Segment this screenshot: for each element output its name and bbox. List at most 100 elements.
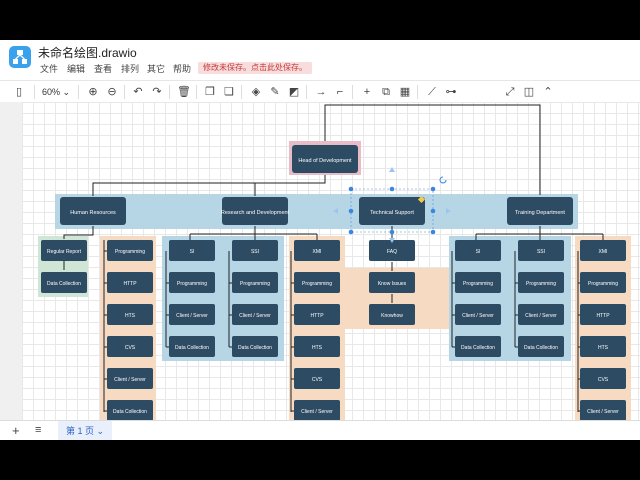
- node-head-of-development[interactable]: Head of Development: [292, 145, 358, 173]
- waypoints-icon[interactable]: ⌐: [333, 85, 347, 99]
- node-hts[interactable]: HTS: [294, 336, 340, 357]
- node-ssi[interactable]: SSI: [232, 240, 278, 261]
- diagram-canvas[interactable]: Head of Development Human Resources Rese…: [0, 102, 640, 420]
- org-chart-diagram[interactable]: Head of Development Human Resources Rese…: [22, 102, 640, 420]
- chevron-down-icon: ⌄: [96, 426, 105, 436]
- node-data-collection[interactable]: Data Collection: [41, 272, 87, 293]
- pages-menu-icon[interactable]: ≡: [35, 424, 41, 436]
- node-xmi[interactable]: XMI: [580, 240, 626, 261]
- to-front-icon[interactable]: ❐: [203, 85, 217, 99]
- table-icon[interactable]: ▦: [398, 85, 412, 99]
- drawio-logo-icon: [9, 46, 31, 68]
- node-label: Technical Support: [370, 210, 414, 216]
- page-tab[interactable]: 第 1 页 ⌄: [58, 421, 113, 440]
- shadow-icon[interactable]: ◩: [287, 85, 301, 99]
- node-xmi[interactable]: XMI: [294, 240, 340, 261]
- unsaved-notice[interactable]: 修改未保存。点击此处保存。: [198, 62, 312, 74]
- line-color-icon[interactable]: ✎: [268, 85, 282, 99]
- node-faq[interactable]: FAQ: [369, 240, 415, 261]
- add-page-icon[interactable]: +: [12, 423, 20, 438]
- node-cvs[interactable]: CVS: [294, 368, 340, 389]
- node-regular-report[interactable]: Regular Report: [41, 240, 87, 261]
- document-title[interactable]: 未命名绘图.drawio: [38, 44, 137, 61]
- node-cvs[interactable]: CVS: [580, 368, 626, 389]
- top-level-group[interactable]: [55, 194, 578, 229]
- chevron-up-icon[interactable]: ⌃: [541, 85, 555, 99]
- layout-icon[interactable]: ⊶: [444, 85, 458, 99]
- connection-arrow-icon[interactable]: →: [314, 85, 328, 99]
- node-label: SSI: [251, 249, 259, 255]
- delete-icon[interactable]: 🗑: [177, 85, 191, 99]
- node-si[interactable]: SI: [455, 240, 501, 261]
- node-client-server[interactable]: Client / Server: [294, 400, 340, 420]
- node-programming[interactable]: Programming: [455, 272, 501, 293]
- node-data-collection[interactable]: Data Collection: [169, 336, 215, 357]
- node-si[interactable]: SI: [169, 240, 215, 261]
- node-training-department[interactable]: Training Department: [507, 197, 573, 225]
- node-client-server[interactable]: Client / Server: [455, 304, 501, 325]
- fill-color-icon[interactable]: ◈: [249, 85, 263, 99]
- zoom-out-icon[interactable]: ⊖: [105, 85, 119, 99]
- redo-icon[interactable]: ↷: [150, 85, 164, 99]
- programming-column-group[interactable]: [100, 236, 156, 420]
- node-ssi[interactable]: SSI: [518, 240, 564, 261]
- node-data-collection[interactable]: Data Collection: [107, 400, 153, 420]
- node-research-development[interactable]: Research and Development: [221, 197, 290, 225]
- fullscreen-icon[interactable]: ⤢: [503, 85, 517, 99]
- zoom-select[interactable]: 60% ⌄: [42, 85, 70, 99]
- node-client-server[interactable]: Client / Server: [107, 368, 153, 389]
- node-client-server[interactable]: Client / Server: [580, 400, 626, 420]
- node-programming[interactable]: Programming: [294, 272, 340, 293]
- drawio-app: 未命名绘图.drawio 文件 编辑 查看 排列 其它 帮助 修改未保存。点击此…: [0, 40, 640, 440]
- node-cvs[interactable]: CVS: [107, 336, 153, 357]
- node-label: Data Collection: [524, 345, 558, 351]
- menu-view[interactable]: 查看: [94, 62, 112, 75]
- menu-help[interactable]: 帮助: [173, 62, 191, 75]
- node-label: Programming: [302, 281, 332, 287]
- format-panel-icon[interactable]: ◫: [522, 85, 536, 99]
- node-programming[interactable]: Programming: [169, 272, 215, 293]
- insert-plus-icon[interactable]: +: [360, 85, 374, 99]
- node-client-server[interactable]: Client / Server: [169, 304, 215, 325]
- node-data-collection[interactable]: Data Collection: [518, 336, 564, 357]
- node-know-issues[interactable]: Know Issues: [369, 272, 415, 293]
- node-technical-support[interactable]: Technical Support: [359, 197, 425, 225]
- to-back-icon[interactable]: ❏: [222, 85, 236, 99]
- node-programming[interactable]: Programming: [518, 272, 564, 293]
- node-hts[interactable]: HTS: [580, 336, 626, 357]
- sidebar-toggle-icon[interactable]: ▯: [12, 85, 26, 99]
- node-http[interactable]: HTTP: [294, 304, 340, 325]
- node-label: HTTP: [123, 281, 137, 287]
- node-http[interactable]: HTTP: [107, 272, 153, 293]
- menu-file[interactable]: 文件: [40, 62, 58, 75]
- training-xmi-group[interactable]: [575, 236, 631, 420]
- node-programming[interactable]: Programming: [580, 272, 626, 293]
- undo-icon[interactable]: ↶: [131, 85, 145, 99]
- toolbar-divider: [417, 85, 418, 99]
- node-label: HTS: [598, 345, 609, 351]
- node-programming[interactable]: Programming: [107, 240, 153, 261]
- node-hts[interactable]: HTS: [107, 304, 153, 325]
- edit-style-icon[interactable]: ⟋: [425, 85, 439, 99]
- node-human-resources[interactable]: Human Resources: [60, 197, 126, 225]
- node-knowhow[interactable]: Knowhow: [369, 304, 415, 325]
- xmi-column-group[interactable]: [289, 236, 345, 420]
- node-label: Programming: [526, 281, 556, 287]
- zoom-in-icon[interactable]: ⊕: [86, 85, 100, 99]
- rotate-handle-icon[interactable]: [439, 176, 447, 184]
- menu-extras[interactable]: 其它: [147, 62, 165, 75]
- node-label: Programming: [177, 281, 207, 287]
- node-client-server[interactable]: Client / Server: [518, 304, 564, 325]
- node-label: Client / Server: [587, 409, 619, 415]
- node-client-server[interactable]: Client / Server: [232, 304, 278, 325]
- node-label: CVS: [312, 377, 323, 383]
- menu-arrange[interactable]: 排列: [121, 62, 139, 75]
- node-http[interactable]: HTTP: [580, 304, 626, 325]
- node-programming[interactable]: Programming: [232, 272, 278, 293]
- toolbar-divider: [306, 85, 307, 99]
- insert-shape-icon[interactable]: ⧉: [379, 85, 393, 99]
- node-data-collection[interactable]: Data Collection: [232, 336, 278, 357]
- node-data-collection[interactable]: Data Collection: [455, 336, 501, 357]
- menu-edit[interactable]: 编辑: [67, 62, 85, 75]
- diagram-page[interactable]: Head of Development Human Resources Rese…: [22, 102, 640, 420]
